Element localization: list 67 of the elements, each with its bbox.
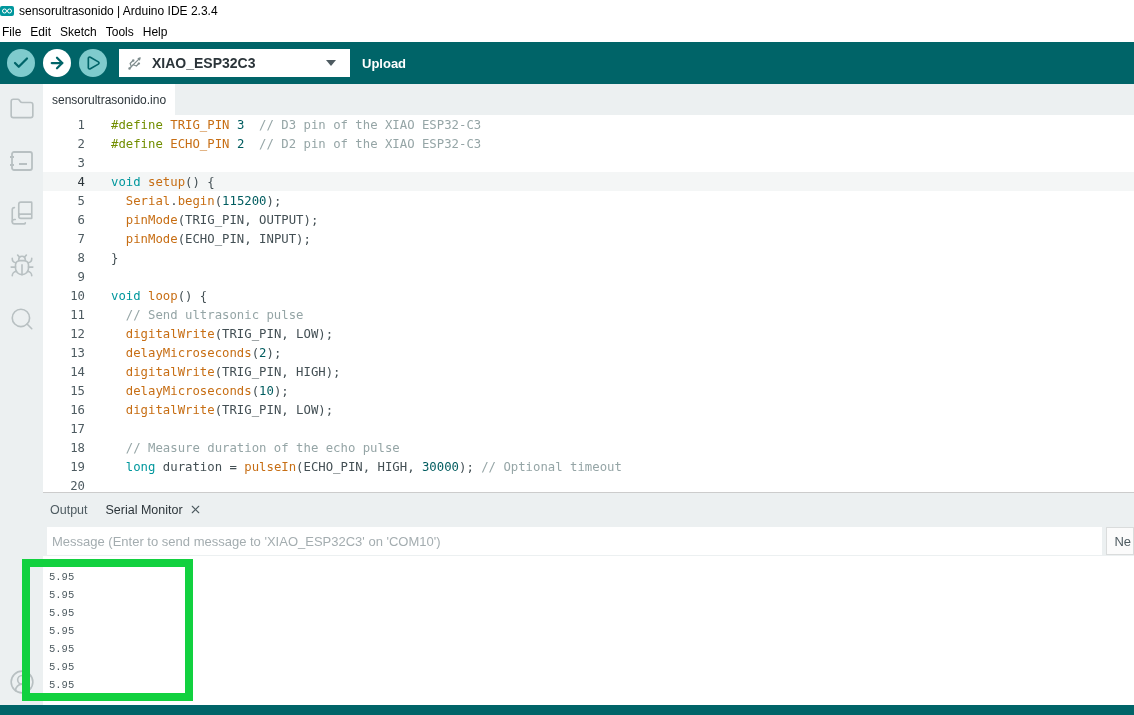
line-number: 14 [69,364,86,379]
line-number: 12 [69,326,86,341]
serial-output-line: 5.95 [49,606,76,621]
line-number: 10 [69,288,86,303]
code-line: // Send ultrasonic pulse [124,307,304,322]
board-selector[interactable]: XIAO_ESP32C3 [119,49,350,77]
debug-button[interactable] [79,49,107,77]
message-field[interactable]: Message (Enter to send message to 'XIAO_ESP32C3' on 'COM10') [47,527,1103,555]
code-line: delayMicroseconds(2); [124,345,282,360]
line-number: 19 [69,459,86,474]
line-number: 20 [69,478,86,492]
menu-item[interactable]: Sketch [58,25,104,39]
upload-label: Upload [362,55,407,71]
serial-output-line: 5.95 [49,678,76,693]
line-number: 18 [69,440,86,455]
verify-button[interactable] [7,49,35,77]
debug-icon[interactable] [8,253,35,279]
board-icon[interactable] [8,149,35,173]
line-number: 16 [69,402,86,417]
line-number: 7 [76,231,86,246]
code-line: delayMicroseconds(10); [124,383,289,398]
code-line: digitalWrite(TRIG_PIN, LOW); [124,326,334,341]
line-number: 4 [76,174,86,189]
code-line: pinMode(TRIG_PIN, OUTPUT); [124,212,319,227]
line-number: 8 [76,250,86,265]
profile-icon[interactable] [8,669,35,695]
code-line: // Measure duration of the echo pulse [124,440,400,455]
arrow-right-icon [48,54,66,72]
line-number: 3 [76,155,86,170]
line-ending-dropdown[interactable]: Ne [1106,527,1134,555]
play-icon [85,55,101,71]
code-line: long duration = pulseIn(ECHO_PIN, HIGH, 30000); // Optional timeout [124,459,622,474]
serial-output-line: 5.95 [49,570,76,585]
code-line: #define TRIG_PIN 3 // D3 pin of the XIAO ESP32-C3 [111,117,482,132]
panel-tab[interactable]: Serial Monitor [105,502,202,517]
file-tab[interactable]: sensorultrasonido.ino [43,84,176,115]
caret-icon [326,60,336,66]
upload-button[interactable] [43,49,71,77]
line-number: 15 [69,383,86,398]
serial-output-line: 5.95 [49,660,76,675]
code-line: void loop() { [111,288,208,303]
window-title: sensorultrasonido | Arduino IDE 2.3.4 [19,4,218,18]
code-line: digitalWrite(TRIG_PIN, HIGH); [124,364,341,379]
menu-item[interactable]: Help [140,25,175,39]
panel-tab[interactable]: Output [50,502,88,517]
code-line: pinMode(ECHO_PIN, INPUT); [124,231,311,246]
library-icon[interactable] [8,200,35,226]
line-number: 2 [76,136,86,151]
code-line: #define ECHO_PIN 2 // D2 pin of the XIAO ESP32-C3 [111,136,482,151]
menu-item[interactable]: Edit [28,25,59,39]
code-line: } [111,250,119,265]
code-line: digitalWrite(TRIG_PIN, LOW); [124,402,334,417]
line-number: 13 [69,345,86,360]
line-number: 11 [69,307,86,322]
line-number: 6 [76,212,86,227]
code-line: Serial.begin(115200); [124,193,282,208]
serial-output-line: 5.95 [49,642,76,657]
menu-item[interactable]: Tools [103,25,141,39]
line-number: 1 [76,117,86,132]
line-number: 5 [76,193,86,208]
code-line: void setup() { [111,174,215,189]
line-number: 17 [69,421,86,436]
line-number: 9 [76,269,86,284]
serial-output-line: 5.95 [49,588,76,603]
serial-output-line: 5.95 [49,624,76,639]
usb-icon [127,55,142,71]
menu-item[interactable]: File [0,25,29,39]
